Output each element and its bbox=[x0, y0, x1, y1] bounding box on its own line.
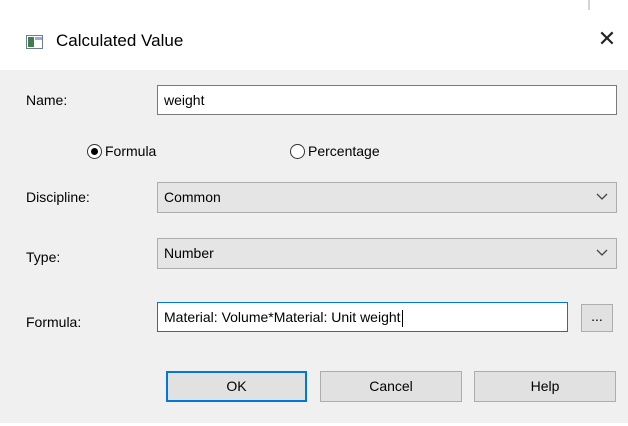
percentage-radio-label: Percentage bbox=[308, 143, 380, 159]
chevron-down-icon bbox=[596, 249, 608, 256]
formula-label: Formula: bbox=[26, 314, 82, 330]
percentage-radio[interactable]: Percentage bbox=[290, 143, 380, 159]
type-dropdown[interactable]: Number bbox=[157, 238, 617, 269]
chevron-down-icon bbox=[596, 193, 608, 200]
app-window-icon bbox=[26, 35, 43, 49]
text-caret bbox=[401, 309, 403, 327]
title-bar: Calculated Value ✕ bbox=[0, 14, 628, 70]
type-value: Number bbox=[164, 245, 214, 261]
name-label: Name: bbox=[26, 92, 68, 108]
formula-input[interactable]: Material: Volume*Material: Unit weight bbox=[157, 302, 568, 332]
name-input[interactable]: weight bbox=[157, 85, 617, 115]
percentage-radio-indicator bbox=[290, 143, 305, 159]
window-title: Calculated Value bbox=[56, 31, 184, 50]
help-button[interactable]: Help bbox=[474, 371, 616, 402]
formula-browse-button[interactable]: ... bbox=[581, 304, 613, 332]
resize-mark bbox=[588, 0, 590, 10]
discipline-dropdown[interactable]: Common bbox=[157, 182, 617, 213]
close-icon[interactable]: ✕ bbox=[592, 26, 622, 52]
formula-radio-indicator bbox=[87, 143, 102, 159]
top-edge bbox=[0, 0, 628, 14]
cancel-button[interactable]: Cancel bbox=[320, 371, 462, 402]
formula-radio[interactable]: Formula bbox=[87, 143, 156, 159]
discipline-value: Common bbox=[164, 189, 221, 205]
ok-button[interactable]: OK bbox=[166, 371, 307, 402]
formula-value: Material: Volume*Material: Unit weight bbox=[164, 309, 401, 325]
formula-radio-label: Formula bbox=[105, 143, 157, 159]
type-label: Type: bbox=[26, 249, 61, 265]
discipline-label: Discipline: bbox=[26, 189, 90, 205]
